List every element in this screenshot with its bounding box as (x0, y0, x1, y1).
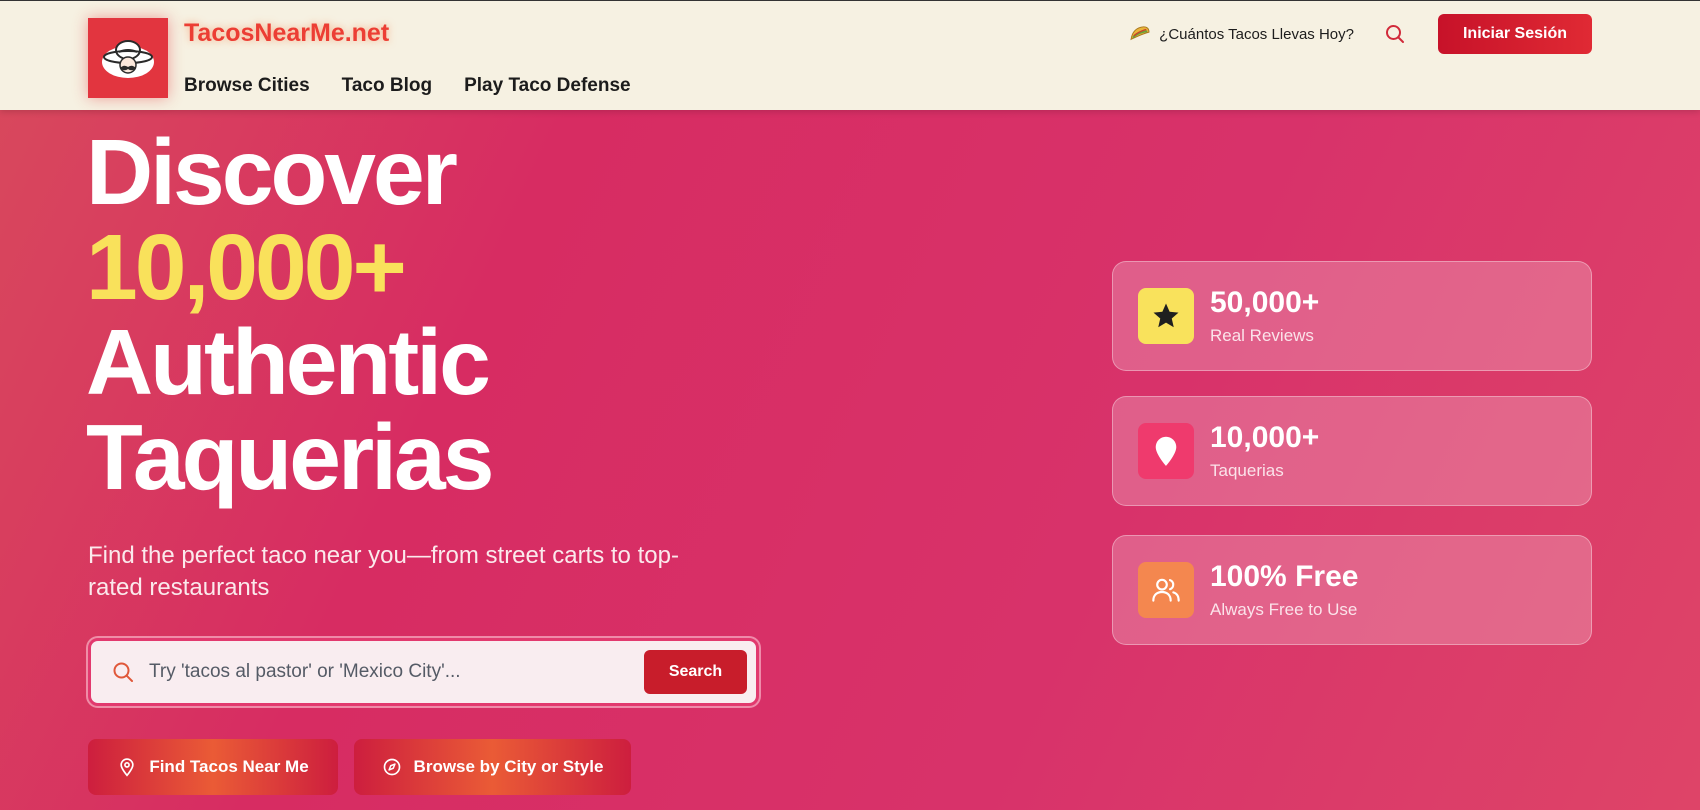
header-actions: ¿Cuántos Tacos Llevas Hoy? Iniciar Sesió… (1129, 14, 1592, 54)
stat-value: 100% Free (1210, 560, 1359, 593)
hero-subtitle: Find the perfect taco near you—from stre… (88, 542, 679, 601)
map-pin-icon (120, 758, 134, 777)
site-header: TacosNearMe.net Browse Cities Taco Blog … (0, 0, 1700, 110)
browse-by-city-button[interactable]: Browse by City or Style (354, 739, 631, 795)
hero-title-line-4: Taquerias (86, 405, 494, 509)
search-input[interactable] (149, 652, 644, 692)
star-icon (1153, 303, 1179, 328)
mustache-sombrero-logo-icon (102, 40, 154, 78)
stat-card-free: 100% Free Always Free to Use (1112, 535, 1592, 645)
users-icon (1152, 578, 1180, 602)
nav-browse-cities[interactable]: Browse Cities (184, 75, 310, 97)
stat-icon-box (1138, 423, 1194, 479)
login-button[interactable]: Iniciar Sesión (1438, 14, 1592, 54)
taco-icon (1130, 26, 1150, 41)
taco-counter-text: ¿Cuántos Tacos Llevas Hoy? (1159, 25, 1354, 43)
taco-counter-link[interactable]: ¿Cuántos Tacos Llevas Hoy? (1129, 25, 1354, 43)
search-button[interactable]: Search (644, 650, 747, 694)
hero-search-bar: Search (88, 638, 759, 706)
hero-title-accent: 10,000+ (86, 215, 407, 319)
stat-card-reviews: 50,000+ Real Reviews (1112, 261, 1592, 371)
brand-name[interactable]: TacosNearMe.net (184, 19, 389, 48)
nav-taco-blog[interactable]: Taco Blog (342, 75, 432, 97)
hero-title: Discover 10,000+ Authentic Taquerias (86, 120, 494, 509)
stat-card-taquerias: 10,000+ Taquerias (1112, 396, 1592, 506)
stat-label: Taquerias (1210, 461, 1284, 480)
stat-value: 50,000+ (1210, 286, 1320, 319)
main-nav: Browse Cities Taco Blog Play Taco Defens… (184, 75, 631, 97)
stat-label: Always Free to Use (1210, 600, 1358, 619)
hero-title-line-3: Authentic (86, 310, 491, 414)
stat-icon-box (1138, 288, 1194, 344)
hero-title-line-1: Discover (86, 120, 458, 224)
browse-by-city-label: Browse by City or Style (413, 757, 604, 776)
find-tacos-near-me-button[interactable]: Find Tacos Near Me (88, 739, 338, 795)
header-search-button[interactable] (1384, 23, 1406, 45)
stat-value: 10,000+ (1210, 421, 1320, 454)
nav-play-taco-defense[interactable]: Play Taco Defense (464, 75, 631, 97)
map-pin-icon (1155, 436, 1177, 466)
search-icon (113, 662, 133, 682)
site-logo[interactable] (88, 18, 168, 98)
search-icon (1386, 25, 1404, 43)
compass-icon (383, 758, 400, 776)
find-tacos-label: Find Tacos Near Me (149, 757, 309, 776)
stat-label: Real Reviews (1210, 326, 1314, 345)
stat-icon-box (1138, 562, 1194, 618)
